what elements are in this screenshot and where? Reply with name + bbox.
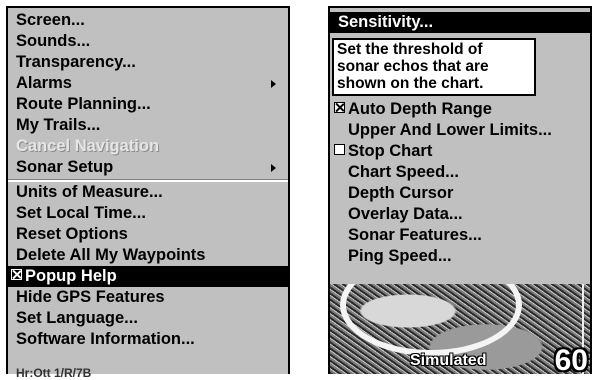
menu-item-label: Set Language... [16, 309, 138, 327]
menu-item-label: Software Information... [16, 330, 195, 348]
menu-item-label: Alarms [16, 74, 72, 92]
menu-item-label: Stop Chart [348, 142, 433, 160]
menu-item-label: Route Planning... [16, 95, 151, 113]
menu-item-chart-speed[interactable]: Chart Speed... [330, 162, 590, 183]
main-menu: Screen... Sounds... Transparency... Alar… [6, 6, 290, 380]
menu-item-route-planning[interactable]: Route Planning... [8, 94, 288, 115]
menu-item-popup-help[interactable]: Popup Help [8, 266, 288, 287]
sonar-chart: Simulated 60 [330, 284, 590, 374]
menu-item-label: Units of Measure... [16, 183, 163, 201]
menu-item-cancel-navigation: Cancel Navigation [8, 136, 288, 157]
sonar-menu: Sensitivity... Set the threshold of sona… [328, 6, 592, 374]
submenu-arrow-icon [271, 80, 276, 88]
menu-item-label: Delete All My Waypoints [16, 246, 206, 264]
submenu-arrow-icon [271, 164, 276, 172]
menu-item-upper-lower-limits[interactable]: Upper And Lower Limits... [330, 120, 590, 141]
tooltip-line: sonar echos that are [337, 58, 489, 75]
menu-item-units-of-measure[interactable]: Units of Measure... [8, 182, 288, 203]
simulated-label: Simulated [410, 352, 487, 369]
status-bar-partial: Hr:Ott 1/R/7B [16, 366, 92, 380]
menu-item-ping-speed[interactable]: Ping Speed... [330, 246, 590, 267]
menu-item-label: Sounds... [16, 32, 91, 50]
menu-item-my-trails[interactable]: My Trails... [8, 115, 288, 136]
menu-item-label: My Trails... [16, 116, 101, 134]
menu-item-label: Popup Help [25, 267, 117, 285]
menu-item-alarms[interactable]: Alarms [8, 73, 288, 94]
menu-item-label: Hide GPS Features [16, 288, 165, 306]
menu-item-label: Overlay Data... [348, 205, 463, 223]
menu-item-depth-cursor[interactable]: Depth Cursor [330, 183, 590, 204]
menu-item-label: Sonar Setup [16, 158, 114, 176]
menu-item-stop-chart[interactable]: Stop Chart [330, 141, 590, 162]
menu-item-label: Reset Options [16, 225, 128, 243]
menu-item-label: Chart Speed... [348, 163, 459, 181]
checkbox-checked-icon[interactable] [334, 102, 345, 113]
menu-item-label: Upper And Lower Limits... [348, 121, 552, 139]
menu-item-overlay-data[interactable]: Overlay Data... [330, 204, 590, 225]
menu-item-label: Cancel Navigation [16, 137, 160, 155]
menu-item-set-local-time[interactable]: Set Local Time... [8, 203, 288, 224]
menu-item-set-language[interactable]: Set Language... [8, 308, 288, 329]
menu-item-software-information[interactable]: Software Information... [8, 329, 288, 350]
tooltip-line: Set the threshold of [337, 41, 483, 58]
checkbox-unchecked-icon[interactable] [334, 144, 345, 155]
menu-item-transparency[interactable]: Transparency... [8, 52, 288, 73]
menu-item-label: Transparency... [16, 53, 136, 71]
tooltip-line: shown on the chart. [337, 75, 484, 92]
menu-item-delete-all-waypoints[interactable]: Delete All My Waypoints [8, 245, 288, 266]
popup-help-tooltip: Set the threshold of sonar echos that ar… [332, 38, 536, 96]
menu-item-label: Sonar Features... [348, 226, 482, 244]
checkbox-checked-icon[interactable] [11, 269, 22, 280]
menu-item-label: Screen... [16, 11, 85, 29]
sonar-echo-arch [340, 284, 522, 356]
menu-item-label: Auto Depth Range [348, 100, 492, 118]
menu-item-sonar-setup[interactable]: Sonar Setup [8, 157, 288, 178]
menu-item-sounds[interactable]: Sounds... [8, 31, 288, 52]
menu-item-label: Set Local Time... [16, 204, 146, 222]
menu-item-reset-options[interactable]: Reset Options [8, 224, 288, 245]
menu-item-hide-gps-features[interactable]: Hide GPS Features [8, 287, 288, 308]
menu-item-label: Ping Speed... [348, 247, 452, 265]
menu-item-sensitivity[interactable]: Sensitivity... [330, 12, 590, 33]
depth-readout: 60 [554, 344, 588, 374]
menu-item-sonar-features[interactable]: Sonar Features... [330, 225, 590, 246]
menu-item-screen[interactable]: Screen... [8, 10, 288, 31]
menu-item-auto-depth-range[interactable]: Auto Depth Range [330, 99, 590, 120]
menu-item-label: Sensitivity... [338, 13, 434, 31]
menu-item-label: Depth Cursor [348, 184, 454, 202]
